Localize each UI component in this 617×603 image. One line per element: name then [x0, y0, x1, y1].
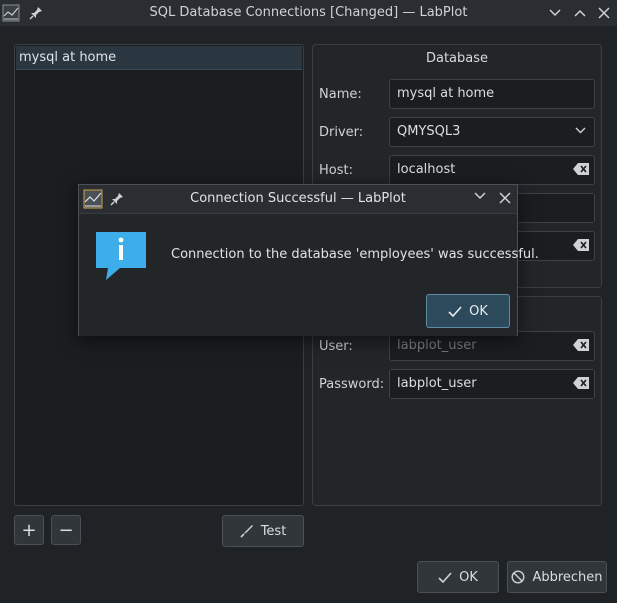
driver-value: QMYSQL3	[397, 124, 461, 139]
window-titlebar: SQL Database Connections [Changed] — Lab…	[0, 0, 617, 26]
host-field[interactable]: localhost	[389, 155, 595, 185]
dialog-title: Connection Successful — LabPlot	[190, 191, 406, 206]
clear-icon[interactable]	[573, 377, 589, 389]
name-value: mysql at home	[397, 86, 495, 101]
remove-connection-button[interactable]: −	[51, 515, 81, 545]
cancel-label: Abbrechen	[532, 569, 603, 585]
test-icon	[240, 524, 254, 538]
host-value: localhost	[397, 162, 456, 177]
close-icon[interactable]	[499, 192, 513, 206]
information-icon	[94, 230, 148, 282]
user-label: User:	[319, 339, 353, 354]
password-label: Password:	[319, 377, 385, 392]
group-title: Database	[425, 51, 489, 66]
minimize-icon[interactable]	[474, 192, 490, 206]
connection-successful-dialog: Connection Successful — LabPlot Connecti…	[78, 184, 539, 336]
test-connection-button[interactable]: Test	[222, 515, 304, 547]
user-value: labplot_user	[397, 338, 477, 353]
password-field[interactable]: labplot_user	[389, 369, 595, 399]
minimize-icon[interactable]	[546, 4, 564, 22]
maximize-icon[interactable]	[571, 4, 589, 22]
add-connection-button[interactable]: +	[14, 515, 44, 545]
clear-icon[interactable]	[573, 163, 589, 175]
clear-icon[interactable]	[573, 339, 589, 351]
list-item[interactable]: mysql at home	[16, 46, 302, 70]
remove-label: −	[58, 519, 74, 541]
test-label: Test	[260, 523, 287, 539]
dialog-titlebar: Connection Successful — LabPlot	[79, 185, 517, 214]
password-value: labplot_user	[397, 376, 477, 391]
name-field[interactable]: mysql at home	[389, 79, 595, 109]
cancel-icon	[511, 570, 525, 584]
checkmark-icon	[438, 571, 452, 583]
close-icon[interactable]	[595, 4, 613, 22]
checkmark-icon	[448, 305, 462, 317]
driver-label: Driver:	[319, 125, 364, 140]
chevron-down-icon	[575, 127, 586, 134]
ok-label: OK	[459, 569, 478, 585]
driver-select[interactable]: QMYSQL3	[389, 117, 595, 147]
name-label: Name:	[319, 87, 362, 102]
window-title: SQL Database Connections [Changed] — Lab…	[149, 5, 468, 20]
add-label: +	[21, 519, 37, 541]
dialog-ok-label: OK	[469, 303, 488, 319]
cancel-button[interactable]: Abbrechen	[507, 561, 607, 593]
ok-button[interactable]: OK	[417, 561, 499, 593]
host-label: Host:	[319, 163, 353, 178]
clear-icon[interactable]	[573, 239, 589, 251]
dialog-body: Connection to the database 'employees' w…	[79, 214, 539, 336]
dialog-ok-button[interactable]: OK	[426, 294, 510, 328]
dialog-message: Connection to the database 'employees' w…	[171, 247, 539, 262]
